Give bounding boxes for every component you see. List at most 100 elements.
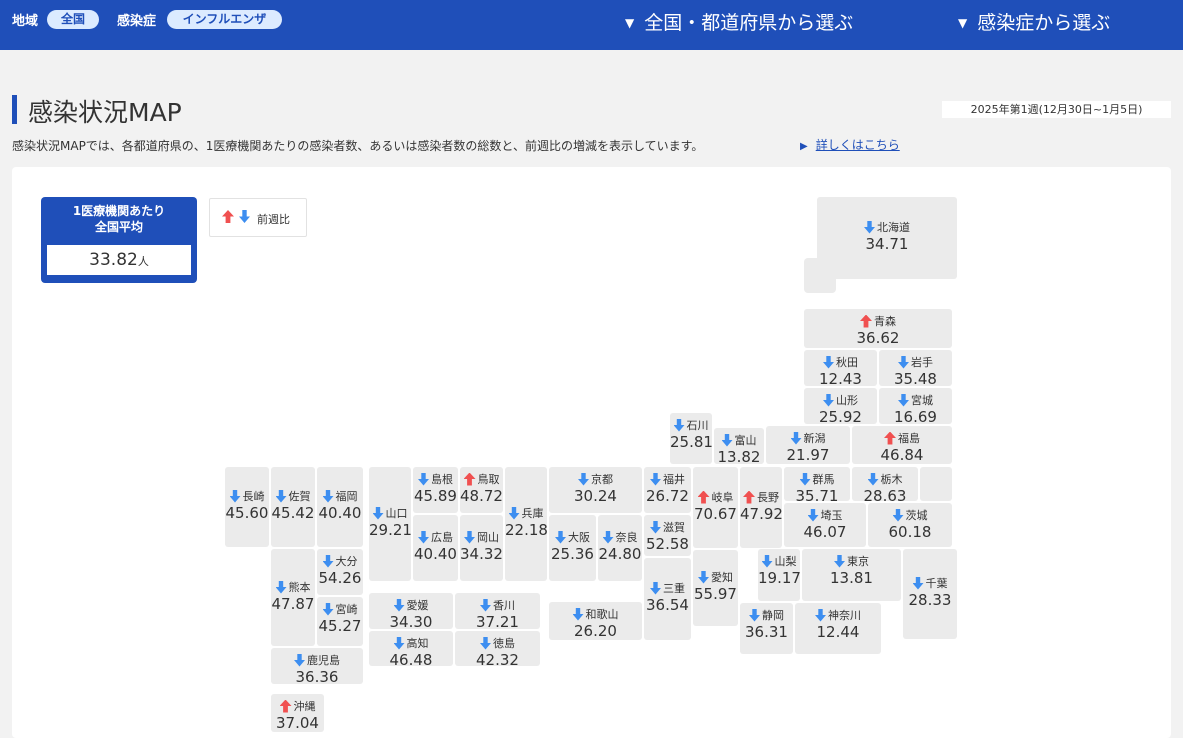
prefecture-name: 福岡: [335, 490, 358, 503]
prefecture-tile-fukui[interactable]: 福井 26.72: [644, 467, 691, 513]
prefecture-name: 岐阜: [711, 491, 734, 504]
prefecture-tile-kumamoto[interactable]: 熊本 47.87: [271, 549, 315, 646]
prefecture-tile-niigata[interactable]: 新潟 21.97: [766, 426, 850, 464]
prefecture-name: 静岡: [762, 609, 784, 622]
prefecture-name-row: 大分: [317, 553, 363, 569]
prefecture-tile-nagano[interactable]: 長野 47.92: [740, 467, 783, 548]
prefecture-tile-gifu[interactable]: 岐阜 70.67: [693, 467, 738, 548]
more-info-link[interactable]: ▶ 詳しくはこちら: [800, 136, 900, 153]
prefecture-tile-kanagawa[interactable]: 神奈川 12.44: [795, 603, 881, 654]
arrow-down-icon: [322, 489, 334, 503]
title-accent-bar: [12, 95, 17, 124]
arrow-down-icon: [650, 581, 661, 595]
prefecture-value: 40.40: [414, 545, 457, 563]
prefecture-value: 21.97: [786, 446, 830, 464]
prefecture-tile-osaka[interactable]: 大阪 25.36: [549, 515, 596, 581]
prefecture-name: 滋賀: [663, 521, 685, 534]
prefecture-value: 45.60: [225, 504, 269, 522]
arrow-down-icon: [749, 608, 760, 622]
prefecture-value: 45.42: [271, 504, 315, 522]
prefecture-tile-miyazaki[interactable]: 宮崎 45.27: [317, 597, 363, 646]
prefecture-value: 28.33: [908, 591, 952, 609]
disease-pill[interactable]: インフルエンザ: [167, 10, 282, 29]
nav-select-disease[interactable]: ▼ 感染症から選ぶ: [958, 8, 1110, 35]
prefecture-tile-saga[interactable]: 佐賀 45.42: [271, 467, 315, 547]
prefecture-name: 群馬: [812, 473, 835, 486]
prefecture-tile-yamanashi[interactable]: 山梨 19.17: [758, 549, 801, 601]
prefecture-tile-kagawa[interactable]: 香川 37.21: [455, 593, 540, 631]
prefecture-name-row: 埼玉: [784, 507, 866, 523]
disease-label: 感染症: [117, 14, 157, 29]
prefecture-tile-wakayama[interactable]: 和歌山 26.20: [549, 602, 642, 640]
prefecture-value: 47.92: [740, 505, 783, 523]
prefecture-name-row: 宮崎: [317, 601, 363, 617]
prefecture-tile-ehime[interactable]: 愛媛 34.30: [369, 593, 453, 631]
prefecture-name-row: 鹿児島: [271, 652, 363, 668]
prefecture-value: 70.67: [694, 505, 737, 523]
prefecture-tile-fukuoka[interactable]: 福岡 40.40: [317, 467, 363, 547]
region-pill[interactable]: 全国: [47, 10, 99, 29]
arrow-down-icon: [807, 508, 819, 522]
prefecture-name-row: 石川: [670, 417, 712, 433]
prefecture-tile-chiba[interactable]: 千葉 28.33: [903, 549, 957, 639]
prefecture-tile-oita[interactable]: 大分 54.26: [317, 549, 363, 595]
prefecture-name-row: 広島: [413, 529, 458, 545]
arrow-down-icon: [650, 520, 661, 534]
legend-week-over-week: 前週比: [209, 198, 307, 237]
prefecture-value: 60.18: [888, 523, 932, 541]
prefecture-tile-tottori[interactable]: 鳥取 48.72: [460, 467, 503, 513]
arrow-down-icon: [294, 653, 305, 667]
prefecture-tile-shizuoka[interactable]: 静岡 36.31: [740, 603, 793, 654]
nav-select-disease-label: 感染症から選ぶ: [977, 12, 1111, 34]
prefecture-tile-kagoshima[interactable]: 鹿児島 36.36: [271, 648, 363, 686]
prefecture-name-row: 岩手: [879, 354, 952, 370]
prefecture-tile-hiroshima[interactable]: 広島 40.40: [413, 515, 458, 581]
top-bar: 地域 全国 感染症 インフルエンザ ▼ 全国・都道府県から選ぶ ▼ 感染症から選ぶ: [0, 0, 1183, 50]
prefecture-tile-gunma[interactable]: 群馬 35.71: [784, 467, 850, 505]
prefecture-tile-iwate[interactable]: 岩手 35.48: [879, 350, 952, 388]
prefecture-name: 山形: [836, 394, 858, 407]
prefecture-tile-yamagata[interactable]: 山形 25.92: [804, 388, 877, 426]
nav-select-prefecture[interactable]: ▼ 全国・都道府県から選ぶ: [625, 8, 853, 35]
arrow-down-icon: [864, 220, 875, 234]
prefecture-name-row: 山形: [804, 392, 877, 408]
prefecture-tile-aomori[interactable]: 青森 36.62: [804, 309, 952, 348]
prefecture-tile-hokkaido[interactable]: 北海道 34.71: [817, 197, 957, 279]
prefecture-tile-tochigi[interactable]: 栃木 28.63: [852, 467, 918, 505]
prefecture-tile-ishikawa[interactable]: 石川 25.81: [670, 413, 713, 464]
prefecture-tile-shimane[interactable]: 島根 45.89: [413, 467, 458, 513]
arrow-down-icon: [239, 210, 250, 223]
prefecture-name: 佐賀: [288, 490, 311, 503]
prefecture-tile-kochi[interactable]: 高知 46.48: [369, 631, 453, 669]
prefecture-tile-mie[interactable]: 三重 36.54: [644, 558, 691, 640]
prefecture-value: 36.62: [856, 329, 900, 347]
prefecture-tile-kyoto[interactable]: 京都 30.24: [549, 467, 642, 513]
prefecture-tile-toyama[interactable]: 富山 13.82: [714, 428, 764, 466]
prefecture-tile-nagasaki[interactable]: 長崎 45.60: [225, 467, 269, 547]
prefecture-name: 神奈川: [828, 609, 861, 622]
prefecture-tile-hyogo[interactable]: 兵庫 22.18: [505, 467, 548, 581]
prefecture-tile-nara[interactable]: 奈良 24.80: [598, 515, 642, 581]
prefecture-tile-saitama[interactable]: 埼玉 46.07: [784, 503, 866, 547]
prefecture-tile-fukushima[interactable]: 福島 46.84: [852, 426, 952, 464]
prefecture-tile-ibaraki[interactable]: 茨城 60.18: [868, 503, 952, 547]
prefecture-name-row: 滋賀: [644, 519, 691, 535]
prefecture-name-row: 山口: [369, 505, 411, 521]
arrow-up-icon: [743, 490, 755, 504]
prefecture-tile-aichi[interactable]: 愛知 55.97: [693, 550, 738, 626]
prefecture-name: 宮城: [911, 394, 933, 407]
prefecture-name: 岡山: [477, 531, 499, 544]
prefecture-tile-tokushima[interactable]: 徳島 42.32: [455, 631, 540, 669]
prefecture-value: 25.36: [551, 545, 594, 563]
prefecture-tile-yamaguchi[interactable]: 山口 29.21: [369, 467, 412, 581]
prefecture-tile-tokyo[interactable]: 東京 13.81: [802, 549, 901, 601]
prefecture-name-row: 栃木: [852, 471, 918, 487]
prefecture-name-row: 福井: [644, 471, 691, 487]
prefecture-tile-shiga[interactable]: 滋賀 52.58: [644, 515, 691, 556]
prefecture-tile-okayama[interactable]: 岡山 34.32: [460, 515, 503, 581]
prefecture-tile-akita[interactable]: 秋田 12.43: [804, 350, 877, 388]
prefecture-name: 長崎: [242, 490, 265, 503]
prefecture-tile-okinawa[interactable]: 沖縄 37.04: [271, 694, 324, 732]
prefecture-name: 新潟: [803, 432, 826, 445]
prefecture-tile-miyagi[interactable]: 宮城 16.69: [879, 388, 952, 426]
